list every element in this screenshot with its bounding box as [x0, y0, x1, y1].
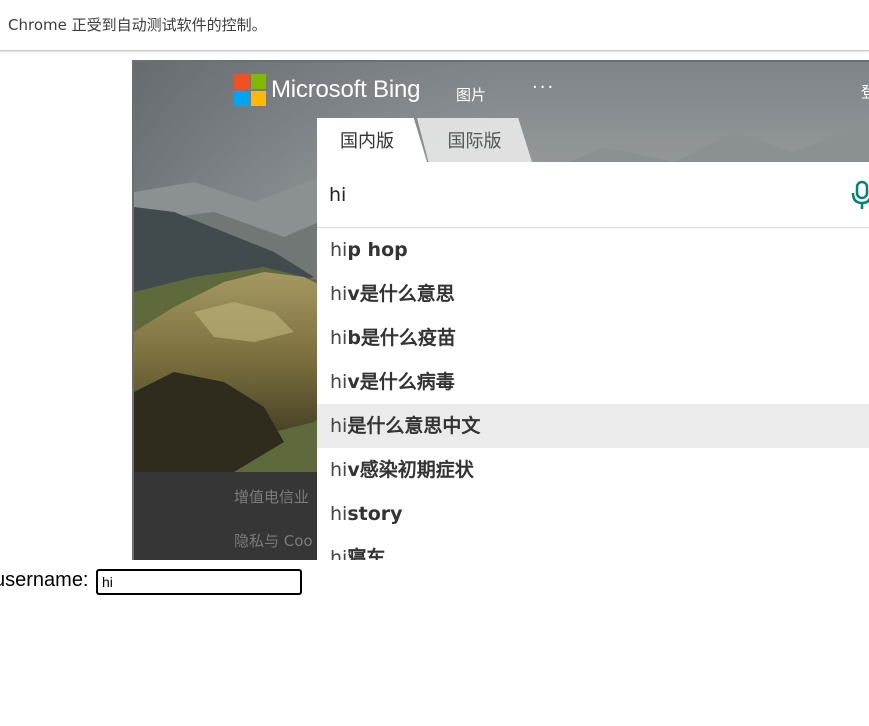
nav-images-link[interactable]: 图片 [456, 84, 486, 105]
tab-international[interactable]: 国际版 [417, 118, 532, 162]
suggestion-item[interactable]: hiv是什么病毒 [317, 360, 869, 404]
infobar-text: Chrome 正受到自动测试软件的控制。 [8, 16, 267, 34]
suggestion-item[interactable]: hi寝车 [317, 536, 869, 560]
suggestion-suffix: v是什么意思 [347, 283, 455, 305]
suggestion-suffix: 是什么意思中文 [347, 415, 481, 437]
suggestion-suffix: 寝车 [347, 547, 386, 560]
tab-domestic[interactable]: 国内版 [317, 118, 427, 162]
microsoft-logo-icon[interactable] [234, 74, 266, 106]
suggestion-suffix: p hop [347, 239, 408, 261]
suggestion-item[interactable]: hip hop [317, 228, 869, 272]
footer-privacy-link[interactable]: 隐私与 Coo [234, 530, 313, 551]
suggestion-prefix: hi [330, 459, 348, 481]
suggestion-suffix: story [347, 503, 403, 525]
suggestion-item[interactable]: history [317, 492, 869, 536]
suggestion-suffix: v是什么病毒 [347, 371, 455, 393]
tab-international-label: 国际版 [447, 131, 502, 152]
suggestion-prefix: hi [330, 371, 348, 393]
suggestion-prefix: hi [330, 503, 348, 525]
username-label: username: [0, 569, 89, 591]
microphone-icon[interactable] [851, 180, 869, 210]
suggestion-item-highlighted[interactable]: hi是什么意思中文 [317, 404, 869, 448]
suggestion-prefix: hi [330, 547, 348, 560]
login-link[interactable]: 登 [861, 81, 869, 102]
suggestion-suffix: v感染初期症状 [347, 459, 474, 481]
suggestion-item[interactable]: hib是什么疫苗 [317, 316, 869, 360]
suggestion-suffix: b是什么疫苗 [347, 327, 456, 349]
bing-iframe: Microsoft Bing 图片 ··· 登 国内版 国际版 增值电信业 隐私… [132, 60, 869, 560]
suggestion-item[interactable]: hiv是什么意思 [317, 272, 869, 316]
suggestion-prefix: hi [330, 327, 348, 349]
automation-infobar: Chrome 正受到自动测试软件的控制。 [0, 0, 869, 51]
suggestion-item[interactable]: hiv感染初期症状 [317, 448, 869, 492]
more-menu-button[interactable]: ··· [532, 77, 555, 98]
autosuggest-list: hip hop hiv是什么意思 hib是什么疫苗 hiv是什么病毒 hi是什么… [317, 228, 869, 560]
tab-domestic-label: 国内版 [340, 131, 394, 152]
bing-logo-text[interactable]: Microsoft Bing [271, 76, 420, 104]
suggestion-prefix: hi [330, 415, 348, 437]
username-input[interactable] [96, 569, 302, 595]
suggestion-prefix: hi [330, 283, 348, 305]
footer-license-link[interactable]: 增值电信业 [234, 486, 309, 507]
search-input[interactable] [329, 180, 809, 210]
suggestion-prefix: hi [330, 239, 348, 261]
search-box [317, 162, 869, 228]
